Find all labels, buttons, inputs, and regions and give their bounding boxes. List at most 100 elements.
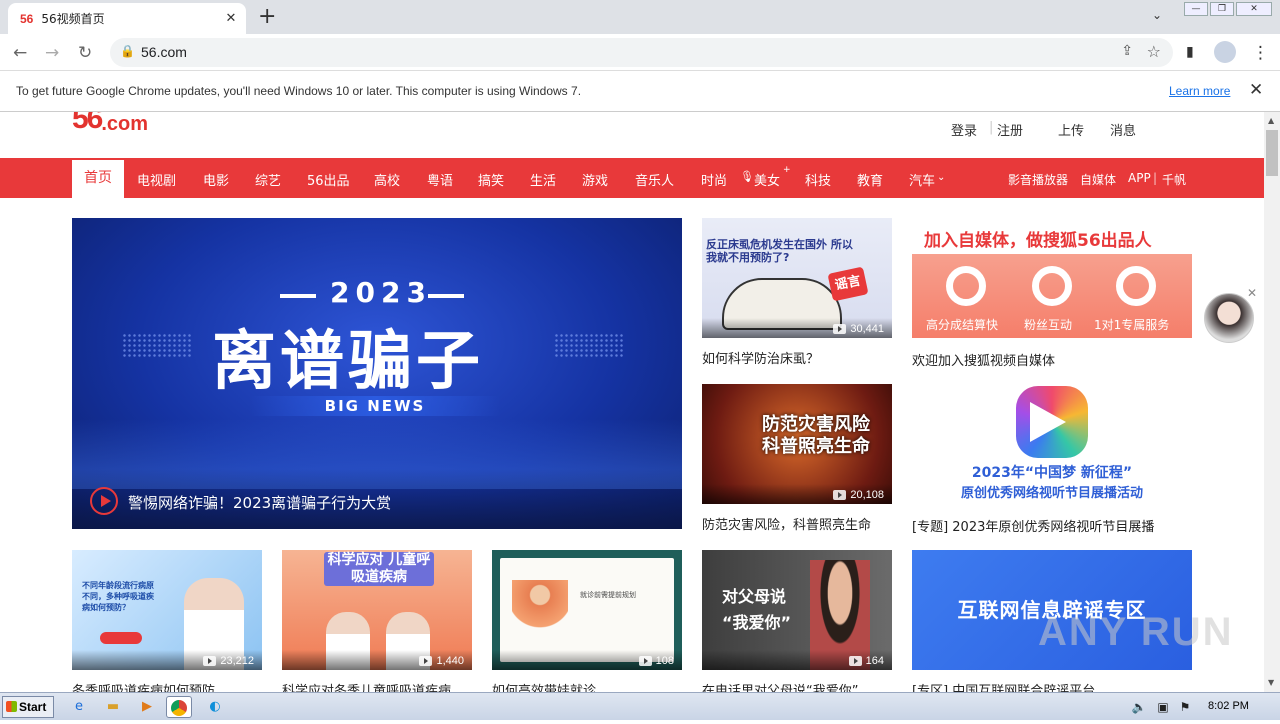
video-thumbnail: 不同年龄段流行病原不同，多种呼吸道疾病如何预防？ 23,212 bbox=[72, 550, 262, 670]
nav-item[interactable]: 教育 bbox=[857, 170, 883, 189]
page-content: 56 .com 登录 | 注册 上传 消息 首页 电视剧 电影 综艺 56出品 … bbox=[0, 112, 1264, 692]
restore-button[interactable]: ❐ bbox=[1210, 2, 1234, 16]
clock[interactable]: 8:02 PM bbox=[1208, 700, 1249, 712]
vertical-scrollbar[interactable]: ▲ ▼ bbox=[1264, 112, 1280, 692]
login-link[interactable]: 登录 bbox=[951, 120, 977, 139]
thumb-text: 对父母说 “我爱你” bbox=[722, 587, 792, 632]
nav-item[interactable]: 美女 bbox=[754, 170, 780, 189]
nav-right-item[interactable]: 千帆 bbox=[1162, 171, 1186, 188]
nav-item[interactable]: 电视剧 bbox=[137, 170, 176, 189]
volume-icon[interactable]: 🔈 bbox=[1126, 696, 1152, 718]
reload-icon[interactable]: ↻ bbox=[78, 43, 92, 63]
nav-item[interactable]: 电影 bbox=[203, 170, 229, 189]
play-count-icon bbox=[848, 656, 862, 666]
side-caption[interactable]: 欢迎加入搜狐视频自媒体 bbox=[912, 350, 1055, 369]
back-icon[interactable]: ← bbox=[13, 43, 27, 63]
nav-item[interactable]: 粤语 bbox=[427, 170, 453, 189]
play-count-icon bbox=[833, 324, 847, 334]
nav-right-item[interactable]: 影音播放器 bbox=[1008, 171, 1068, 188]
play-icon[interactable] bbox=[90, 487, 118, 515]
video-thumbnail: 科学应对 儿童呼吸道疾病 1,440 bbox=[282, 550, 472, 670]
video-caption[interactable]: 如何高效带娃就诊 bbox=[492, 680, 596, 692]
divider: | bbox=[1153, 171, 1158, 185]
ie-icon[interactable]: e bbox=[66, 696, 92, 718]
play-count-icon bbox=[833, 490, 847, 500]
play-count-icon bbox=[638, 656, 652, 666]
url-text: 56.com bbox=[141, 44, 187, 60]
start-button[interactable]: Start bbox=[2, 696, 54, 718]
nav-item[interactable]: 科技 bbox=[805, 170, 831, 189]
scroll-up-icon[interactable]: ▲ bbox=[1268, 116, 1274, 125]
video-caption[interactable]: 如何科学防治床虱？ bbox=[702, 348, 819, 367]
forward-icon[interactable]: → bbox=[45, 43, 59, 63]
close-tab-icon[interactable]: ✕ bbox=[222, 11, 240, 26]
video-card[interactable]: 防范灾害风险 科普照亮生命 20,108 防范灾害风险，科普照亮生命 bbox=[702, 384, 892, 536]
profile-avatar-icon[interactable] bbox=[1214, 41, 1236, 63]
banner-item: 1对1专属服务 bbox=[1094, 318, 1170, 332]
taskbar: Start e ▬ ▶ ◐ 🔈 ▣ ⚑ 8:02 PM bbox=[0, 692, 1280, 720]
address-bar[interactable]: 🔒 56.com ⇪ ☆ bbox=[110, 38, 1173, 67]
chrome-icon[interactable] bbox=[166, 696, 192, 718]
infobar-close-icon[interactable]: ✕ bbox=[1249, 80, 1263, 100]
nav-item[interactable]: 综艺 bbox=[255, 170, 281, 189]
close-window-button[interactable]: ✕ bbox=[1236, 2, 1272, 16]
video-card[interactable]: 科学应对 儿童呼吸道疾病 1,440 科学应对冬季儿童呼吸道疾病 bbox=[282, 550, 472, 692]
messages-link[interactable]: 消息 bbox=[1110, 120, 1136, 139]
video-card[interactable]: 对父母说 “我爱你” 164 在电话里对父母说“我爱你” bbox=[702, 550, 892, 692]
side-panel-icon[interactable]: ▮ bbox=[1186, 44, 1194, 60]
chevron-down-icon[interactable]: ⌄ bbox=[937, 172, 945, 183]
video-card[interactable]: 就诊前需提前规划 108 如何高效带娃就诊 bbox=[492, 550, 682, 692]
learn-more-link[interactable]: Learn more bbox=[1169, 84, 1230, 98]
upload-link[interactable]: 上传 bbox=[1058, 120, 1084, 139]
nav-right-item[interactable]: 自媒体 bbox=[1080, 171, 1116, 188]
video-card[interactable]: 不同年龄段流行病原不同，多种呼吸道疾病如何预防？ 23,212 冬季呼吸道疾病如… bbox=[72, 550, 262, 692]
edge-icon[interactable]: ◐ bbox=[202, 696, 228, 718]
close-avatar-icon[interactable]: ✕ bbox=[1247, 286, 1257, 300]
share-icon[interactable]: ⇪ bbox=[1121, 43, 1133, 59]
explorer-icon[interactable]: ▬ bbox=[100, 696, 126, 718]
nav-item-home[interactable]: 首页 bbox=[72, 160, 124, 198]
view-count: 20,108 bbox=[833, 489, 884, 501]
minimize-button[interactable]: — bbox=[1184, 2, 1208, 16]
browser-tab[interactable]: 56 56视频首页 ✕ bbox=[8, 3, 246, 34]
mic-icon: 🎙 bbox=[740, 170, 754, 183]
hero-title[interactable]: 警惕网络诈骗！2023离谱骗子行为大赏 bbox=[128, 492, 391, 513]
nav-item[interactable]: 生活 bbox=[530, 170, 556, 189]
scroll-down-icon[interactable]: ▼ bbox=[1268, 678, 1274, 687]
side-caption[interactable]: [专区] 中国互联网联合辟谣平台 bbox=[912, 680, 1095, 692]
video-caption[interactable]: 科学应对冬季儿童呼吸道疾病 bbox=[282, 680, 451, 692]
nav-right-item[interactable]: APP bbox=[1128, 171, 1151, 185]
site-logo[interactable]: 56 .com bbox=[72, 112, 148, 136]
nav-item[interactable]: 搞笑 bbox=[478, 170, 504, 189]
hero-headline: 离谱骗子 bbox=[212, 325, 484, 399]
video-thumbnail: 对父母说 “我爱你” 164 bbox=[702, 550, 892, 670]
nav-item[interactable]: 音乐人 bbox=[635, 170, 674, 189]
logo-tld: .com bbox=[101, 113, 149, 135]
nav-item[interactable]: 时尚 bbox=[701, 170, 727, 189]
scroll-thumb[interactable] bbox=[1266, 130, 1278, 176]
video-caption[interactable]: 防范灾害风险，科普照亮生命 bbox=[702, 514, 871, 533]
nav-item[interactable]: 游戏 bbox=[582, 170, 608, 189]
media-player-icon[interactable]: ▶ bbox=[134, 696, 160, 718]
video-caption[interactable]: 在电话里对父母说“我爱你” bbox=[702, 680, 858, 692]
tab-search-icon[interactable]: ⌄ bbox=[1152, 8, 1162, 22]
bookmark-star-icon[interactable]: ☆ bbox=[1147, 42, 1161, 61]
view-count: 108 bbox=[638, 655, 674, 667]
video-caption[interactable]: 冬季呼吸道疾病如何预防 bbox=[72, 680, 215, 692]
video-card[interactable]: 反正床虱危机发生在国外 所以我就不用预防了? 谣言 30,441 如何科学防治床… bbox=[702, 218, 892, 370]
thumb-text: 科学应对 儿童呼吸道疾病 bbox=[324, 552, 434, 586]
flag-icon[interactable]: ⚑ bbox=[1172, 696, 1198, 718]
nav-item[interactable]: 56出品 bbox=[307, 170, 350, 189]
register-link[interactable]: 注册 bbox=[997, 120, 1023, 139]
hero-banner[interactable]: 2023 离谱骗子 BIG NEWS 警惕网络诈骗！2023离谱骗子行为大赏 bbox=[72, 218, 682, 529]
side-caption[interactable]: [专题] 2023年原创优秀网络视听节目展播 bbox=[912, 516, 1154, 535]
new-tab-button[interactable]: + bbox=[258, 6, 276, 28]
nav-item[interactable]: 汽车 bbox=[909, 170, 935, 189]
special-topic-banner[interactable]: 2023年“中国梦 新征程” 原创优秀网络视听节目展播活动 bbox=[912, 384, 1192, 504]
menu-kebab-icon[interactable]: ⋮ bbox=[1252, 43, 1269, 63]
view-count: 164 bbox=[848, 655, 884, 667]
nav-item[interactable]: 高校 bbox=[374, 170, 400, 189]
thumb-text: 反正床虱危机发生在国外 所以我就不用预防了? bbox=[706, 238, 853, 264]
self-media-banner[interactable]: 加入自媒体，做搜狐56出品人 高分成结算快 粉丝互动 1对1专属服务 bbox=[912, 218, 1192, 338]
floating-avatar[interactable] bbox=[1204, 293, 1254, 343]
